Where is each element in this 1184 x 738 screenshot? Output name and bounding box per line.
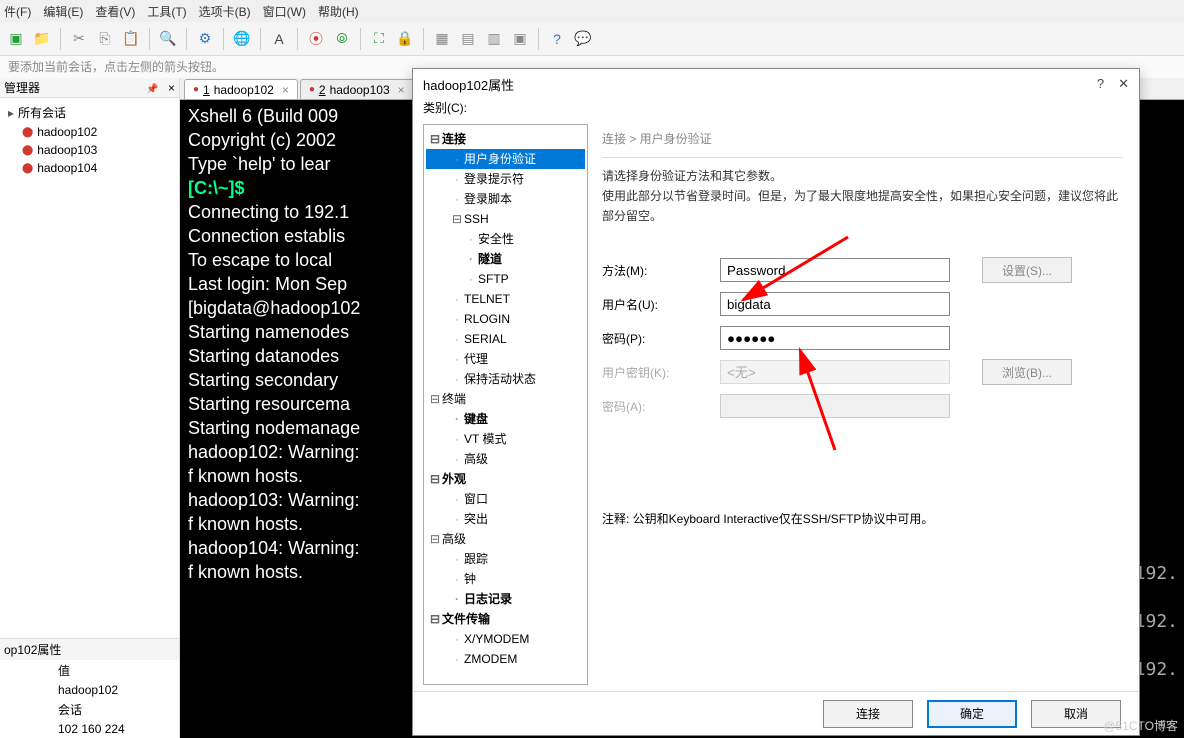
session-item[interactable]: ⬤ hadoop104 — [4, 159, 175, 177]
new-icon[interactable]: ▣ — [6, 29, 26, 49]
tree-node[interactable]: ⊟外观 — [426, 469, 585, 489]
annotation-arrow-icon — [658, 225, 858, 325]
password-label: 密码(P): — [602, 330, 712, 347]
userkey-label: 用户密钥(K): — [602, 364, 712, 381]
copy-icon[interactable]: ⎘ — [95, 29, 115, 49]
tree-node[interactable]: ·SFTP — [426, 269, 585, 289]
tree-node[interactable]: ·安全性 — [426, 229, 585, 249]
tab-hadoop103[interactable]: ● 2 hadoop103 × — [300, 79, 414, 99]
dialog-close-icon[interactable]: ✕ — [1118, 76, 1129, 92]
search-icon[interactable]: 🔍 — [158, 29, 178, 49]
cut-icon[interactable]: ✂ — [69, 29, 89, 49]
properties-panel: op102属性 值 hadoop102 会话 102 160 224 — [0, 638, 179, 738]
tab-close-icon[interactable]: × — [398, 83, 405, 97]
tree-node[interactable]: ⊟终端 — [426, 389, 585, 409]
tree-node[interactable]: ·日志记录 — [426, 589, 585, 609]
lock-icon[interactable]: 🔒 — [395, 29, 415, 49]
menu-tools[interactable]: 工具(T) — [147, 3, 186, 20]
fullscreen-icon[interactable]: ⛶ — [369, 29, 389, 49]
tab-close-icon[interactable]: × — [282, 83, 289, 97]
bulb-icon: ⬤ — [22, 127, 33, 138]
tree-node[interactable]: ⊟高级 — [426, 529, 585, 549]
tree-all-sessions[interactable]: ▸ 所有会话 — [4, 102, 175, 123]
bulb-icon: ⬤ — [22, 145, 33, 156]
tree-node[interactable]: ·高级 — [426, 449, 585, 469]
tree-node[interactable]: ⊟文件传输 — [426, 609, 585, 629]
pin-icon[interactable]: 📌 — [146, 84, 158, 95]
record-icon[interactable]: ⦿ — [306, 29, 326, 49]
status-dot-icon: ● — [309, 84, 315, 95]
passphrase-label: 密码(A): — [602, 398, 712, 415]
auth-desc1: 请选择身份验证方法和其它参数。 — [602, 166, 1123, 186]
help-icon[interactable]: ? — [547, 29, 567, 49]
auth-desc2: 使用此部分以节省登录时间。但是，为了最大限度地提高安全性，如果担心安全问题，建议… — [602, 186, 1123, 226]
session-item[interactable]: ⬤ hadoop102 — [4, 123, 175, 141]
breadcrumb: 连接 > 用户身份验证 — [602, 128, 1123, 157]
category-tree[interactable]: ⊟连接·用户身份验证·登录提示符·登录脚本⊟SSH·安全性·隧道·SFTP·TE… — [423, 124, 588, 685]
menu-bar[interactable]: 件(F) 编辑(E) 查看(V) 工具(T) 选项卡(B) 窗口(W) 帮助(H… — [0, 0, 1184, 22]
tree-node[interactable]: ·钟 — [426, 569, 585, 589]
tree-node[interactable]: ·隧道 — [426, 249, 585, 269]
stop-icon[interactable]: ⦾ — [332, 29, 352, 49]
grid2-icon[interactable]: ▤ — [458, 29, 478, 49]
tree-node[interactable]: ⊟连接 — [426, 129, 585, 149]
tree-node[interactable]: ·X/YMODEM — [426, 629, 585, 649]
tree-node[interactable]: ·用户身份验证 — [426, 149, 585, 169]
note-text: 注释: 公钥和Keyboard Interactive仅在SSH/SFTP协议中… — [602, 510, 1123, 527]
grid4-icon[interactable]: ▣ — [510, 29, 530, 49]
status-dot-icon: ● — [193, 84, 199, 95]
props-icon[interactable]: ⚙ — [195, 29, 215, 49]
chat-icon[interactable]: 💬 — [573, 29, 593, 49]
category-label: 类别(C): — [413, 99, 1139, 118]
globe-icon[interactable]: 🌐 — [232, 29, 252, 49]
toolbar: ▣ 📁 ✂ ⎘ 📋 🔍 ⚙ 🌐 A ⦿ ⦾ ⛶ 🔒 ▦ ▤ ▥ ▣ ? 💬 — [0, 22, 1184, 56]
tree-node[interactable]: ·登录提示符 — [426, 169, 585, 189]
tree-node[interactable]: ·ZMODEM — [426, 649, 585, 669]
paste-icon[interactable]: 📋 — [121, 29, 141, 49]
open-icon[interactable]: 📁 — [32, 29, 52, 49]
connect-button[interactable]: 连接 — [823, 700, 913, 728]
menu-view[interactable]: 查看(V) — [95, 3, 135, 20]
tree-node[interactable]: ·代理 — [426, 349, 585, 369]
browse-button: 浏览(B)... — [982, 359, 1072, 385]
menu-help[interactable]: 帮助(H) — [318, 3, 359, 20]
dialog-title: hadoop102属性 — [423, 75, 514, 94]
tree-node[interactable]: ·键盘 — [426, 409, 585, 429]
menu-window[interactable]: 窗口(W) — [263, 3, 306, 20]
session-item[interactable]: ⬤ hadoop103 — [4, 141, 175, 159]
sidebar-close-icon[interactable]: × — [168, 81, 175, 95]
session-sidebar: 管理器 📌 × ▸ 所有会话 ⬤ hadoop102 ⬤ hadoop103 ⬤… — [0, 78, 180, 738]
watermark: @51CTO博客 — [1103, 717, 1178, 734]
menu-file[interactable]: 件(F) — [4, 3, 31, 20]
ok-button[interactable]: 确定 — [927, 700, 1017, 728]
tree-node[interactable]: ·登录脚本 — [426, 189, 585, 209]
tree-node[interactable]: ·跟踪 — [426, 549, 585, 569]
settings-button: 设置(S)... — [982, 257, 1072, 283]
tree-node[interactable]: ·VT 模式 — [426, 429, 585, 449]
menu-tabs[interactable]: 选项卡(B) — [199, 3, 251, 20]
tab-hadoop102[interactable]: ● 1 hadoop102 × — [184, 79, 298, 99]
sidebar-title: 管理器 — [4, 79, 40, 96]
tree-node[interactable]: ·突出 — [426, 509, 585, 529]
tree-node[interactable]: ·TELNET — [426, 289, 585, 309]
tree-node[interactable]: ·保持活动状态 — [426, 369, 585, 389]
grid3-icon[interactable]: ▥ — [484, 29, 504, 49]
properties-title: op102属性 — [0, 639, 179, 660]
font-icon[interactable]: A — [269, 29, 289, 49]
tree-node[interactable]: ·RLOGIN — [426, 309, 585, 329]
tree-node[interactable]: ⊟SSH — [426, 209, 585, 229]
bulb-icon: ⬤ — [22, 163, 33, 174]
grid1-icon[interactable]: ▦ — [432, 29, 452, 49]
annotation-arrow-icon — [760, 340, 920, 460]
dialog-help-icon[interactable]: ? — [1097, 76, 1104, 92]
tree-node[interactable]: ·窗口 — [426, 489, 585, 509]
tree-node[interactable]: ·SERIAL — [426, 329, 585, 349]
menu-edit[interactable]: 编辑(E) — [43, 3, 83, 20]
